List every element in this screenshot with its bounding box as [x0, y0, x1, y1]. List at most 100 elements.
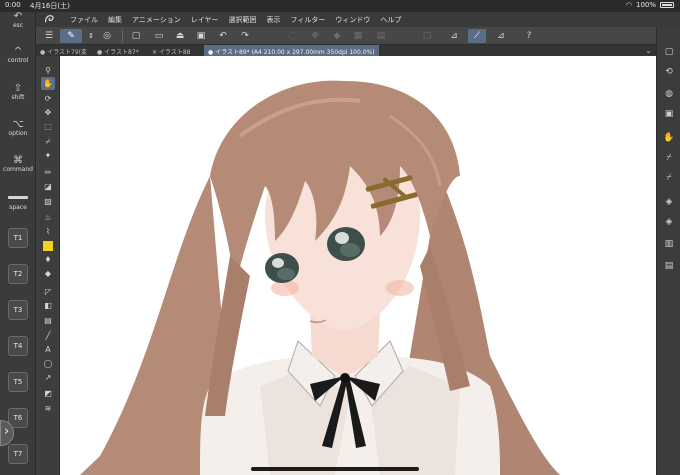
droplet-icon[interactable]: ♦	[41, 253, 55, 266]
export-icon[interactable]: ▣	[194, 29, 208, 43]
t4-key[interactable]: T4	[8, 336, 28, 356]
t5-key[interactable]: T5	[8, 372, 28, 392]
open-icon[interactable]: ▭	[152, 29, 166, 43]
menu-bar: ファイル 編集 アニメーション レイヤー 選択範囲 表示 フィルター ウィンドウ…	[36, 12, 680, 27]
save-icon[interactable]: ⏏	[173, 29, 187, 43]
frame-icon[interactable]: ▤	[41, 314, 55, 327]
option-icon: ⌥	[12, 119, 24, 130]
t3-key[interactable]: T3	[8, 300, 28, 320]
move-icon[interactable]: ✥	[41, 106, 55, 119]
esc-key[interactable]: ↶ esc	[0, 11, 36, 30]
menu-icon[interactable]: ☰	[42, 29, 56, 43]
menu-edit[interactable]: 編集	[108, 15, 122, 25]
brush-size-icon[interactable]: ⌿	[662, 151, 676, 165]
t2-key[interactable]: T2	[8, 264, 28, 284]
balloon-icon[interactable]: ◯	[41, 357, 55, 370]
airbrush-icon[interactable]: ♨	[41, 211, 55, 224]
rotate-icon[interactable]: ⟳	[41, 92, 55, 105]
line-icon[interactable]: ╱	[41, 329, 55, 342]
menu-items: ファイル 編集 アニメーション レイヤー 選択範囲 表示 フィルター ウィンドウ…	[70, 15, 401, 25]
eyedropper-icon[interactable]: ⌿	[41, 135, 55, 148]
navigator-icon[interactable]: ▢	[662, 45, 676, 59]
tab-list-chevron-icon[interactable]: ⌄	[645, 46, 652, 55]
shift-label: shift	[11, 94, 25, 101]
command-label: command	[3, 166, 33, 173]
zoom-icon[interactable]: ⚲	[41, 64, 55, 77]
menu-layer[interactable]: レイヤー	[191, 15, 219, 25]
pen-alt-icon[interactable]: ⊿	[494, 29, 508, 43]
help-icon[interactable]: ?	[522, 29, 536, 43]
tab-illust79[interactable]: ● イラスト79(変	[36, 45, 91, 56]
magic-wand-icon[interactable]: ✦	[41, 149, 55, 162]
grid-icon[interactable]: ▤	[374, 29, 388, 43]
clear-icon[interactable]: ◌	[286, 29, 300, 43]
pen-active-icon[interactable]: ⟋	[468, 29, 486, 43]
caret-icon: ^	[13, 46, 23, 57]
t1-key[interactable]: T1	[8, 228, 28, 248]
command-icon: ⌘	[13, 155, 23, 166]
color-icon[interactable]: ◎	[100, 29, 114, 43]
color-swatch-icon[interactable]: ◩	[41, 387, 55, 400]
transform-icon[interactable]: ✥	[308, 29, 322, 43]
tab-illust87[interactable]: ● イラスト87*	[93, 45, 143, 56]
space-key[interactable]: space	[0, 204, 36, 211]
app-logo-icon[interactable]	[44, 14, 55, 25]
history-icon[interactable]: ▤	[662, 259, 676, 273]
palette-icon[interactable]: ▣	[662, 107, 676, 121]
material-icon[interactable]: ▥	[662, 237, 676, 251]
undo-icon[interactable]: ↶	[216, 29, 230, 43]
eraser-icon[interactable]: ◪	[41, 180, 55, 193]
command-bar: ☰ ✎ ⇕ ◎ ▢ ▭ ⏏ ▣ ↶ ↷ ◌ ✥ ◆ ▦ ▤ ▢ ⊿ ⟋ ⊿ ?	[36, 27, 680, 45]
status-date: 4月16日(土)	[30, 2, 70, 10]
option-key[interactable]: ⌥ option	[0, 119, 36, 138]
layer-property-icon[interactable]: ◈	[662, 215, 676, 229]
control-label: control	[7, 57, 29, 64]
document-tabs: ● イラスト79(変 ● イラスト87* ✕ イラスト88 ● イラスト89* …	[36, 45, 656, 56]
menu-window[interactable]: ウィンドウ	[335, 15, 370, 25]
stroke-icon[interactable]: ≋	[41, 402, 55, 415]
fill-icon[interactable]: ▦	[351, 29, 365, 43]
ruler-icon[interactable]: ▢	[420, 29, 434, 43]
space-bar-icon	[8, 196, 28, 199]
command-key[interactable]: ⌘ command	[0, 155, 36, 174]
gradient-icon[interactable]: ◸	[41, 285, 55, 298]
drawing-canvas[interactable]	[59, 56, 656, 475]
text-tool-icon[interactable]: A	[41, 343, 55, 356]
app-window: 0:00 4月16日(土) ◠ 100% ↶ esc ^ control ⇧ shif…	[0, 0, 680, 475]
shift-key[interactable]: ⇧ shift	[0, 84, 36, 102]
option-label: option	[8, 130, 28, 137]
stepper-icon[interactable]: ⇕	[84, 29, 98, 43]
select-icon[interactable]: ◆	[330, 29, 344, 43]
pen-check-icon[interactable]: ⊿	[447, 29, 461, 43]
shape-icon[interactable]: ◧	[41, 299, 55, 312]
tab-illust88[interactable]: ✕ イラスト88	[148, 45, 194, 56]
sub-view-icon[interactable]: ⟲	[662, 65, 676, 79]
tab-illust89[interactable]: ● イラスト89* (A4 210.00 x 297.00mm 350dpi 1…	[204, 45, 379, 56]
t7-key[interactable]: T7	[8, 444, 28, 464]
menu-help[interactable]: ヘルプ	[380, 15, 401, 25]
color-circle-icon[interactable]: ◍	[662, 87, 676, 101]
menu-file[interactable]: ファイル	[70, 15, 98, 25]
menu-filter[interactable]: フィルター	[291, 15, 326, 25]
menu-animation[interactable]: アニメーション	[132, 15, 181, 25]
battery-percent: 100%	[635, 1, 656, 9]
new-icon[interactable]: ▢	[129, 29, 143, 43]
brush-preset-icon[interactable]: ✎	[60, 29, 82, 43]
hand-icon[interactable]: ✋	[41, 77, 55, 90]
fill-bucket-icon[interactable]: ◆	[41, 267, 55, 280]
marquee-icon[interactable]: ⬚	[41, 120, 55, 133]
blend-icon[interactable]: ▧	[41, 195, 55, 208]
pen-icon[interactable]: ✏	[41, 166, 55, 179]
space-label: space	[9, 204, 27, 211]
brush-settings-icon[interactable]: ⌿	[662, 171, 676, 185]
control-key[interactable]: ^ control	[0, 46, 36, 65]
layer-icon[interactable]: ◈	[662, 195, 676, 209]
menu-view[interactable]: 表示	[267, 15, 281, 25]
sub-tool-icon[interactable]	[41, 239, 55, 252]
tool-property-icon[interactable]: ✋	[662, 131, 676, 145]
redo-icon[interactable]: ↷	[238, 29, 252, 43]
correction-icon[interactable]: ↗	[41, 371, 55, 384]
undo-gesture-icon: ↶	[13, 11, 23, 22]
menu-selection[interactable]: 選択範囲	[229, 15, 257, 25]
brush-icon[interactable]: ⌇	[41, 225, 55, 238]
